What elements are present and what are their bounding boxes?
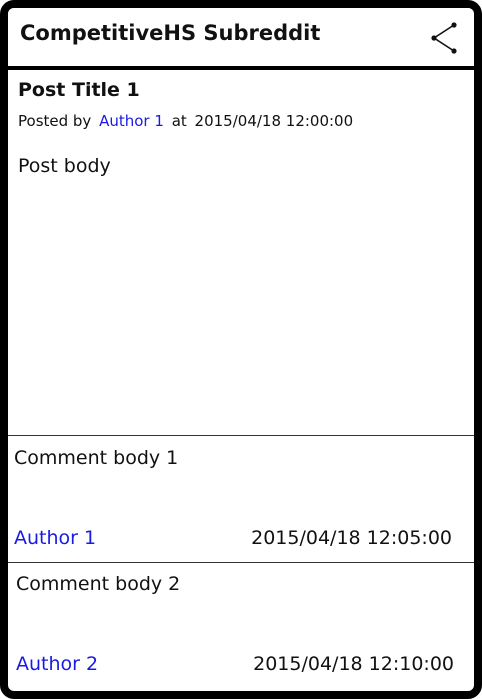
post-body: Post body <box>18 155 111 177</box>
post-title: Post Title 1 <box>18 79 140 101</box>
share-button[interactable] <box>422 16 466 60</box>
comment-timestamp: 2015/04/18 12:10:00 <box>253 653 454 675</box>
comment-author-link[interactable]: Author 1 <box>14 527 96 549</box>
comment-item: Comment body 2 Author 2 2015/04/18 12:10… <box>8 563 474 691</box>
app-title: CompetitiveHS Subreddit <box>20 21 321 45</box>
post-detail: Post Title 1 Posted by Author 1 at 2015/… <box>8 70 474 436</box>
posted-by-label: Posted by <box>18 112 92 130</box>
comment-author-link[interactable]: Author 2 <box>16 653 98 675</box>
share-icon <box>431 22 457 54</box>
app-header: CompetitiveHS Subreddit <box>8 8 474 70</box>
comment-body: Comment body 1 <box>14 447 179 469</box>
post-meta: Posted by Author 1 at 2015/04/18 12:00:0… <box>18 112 356 130</box>
post-timestamp: 2015/04/18 12:00:00 <box>194 112 354 130</box>
comment-body: Comment body 2 <box>16 573 181 595</box>
at-label: at <box>171 112 187 130</box>
post-author-link[interactable]: Author 1 <box>99 112 164 130</box>
comment-timestamp: 2015/04/18 12:05:00 <box>251 527 452 549</box>
comment-item: Comment body 1 Author 1 2015/04/18 12:05… <box>8 436 474 563</box>
phone-frame: CompetitiveHS Subreddit Post Title 1 Pos… <box>0 0 482 699</box>
